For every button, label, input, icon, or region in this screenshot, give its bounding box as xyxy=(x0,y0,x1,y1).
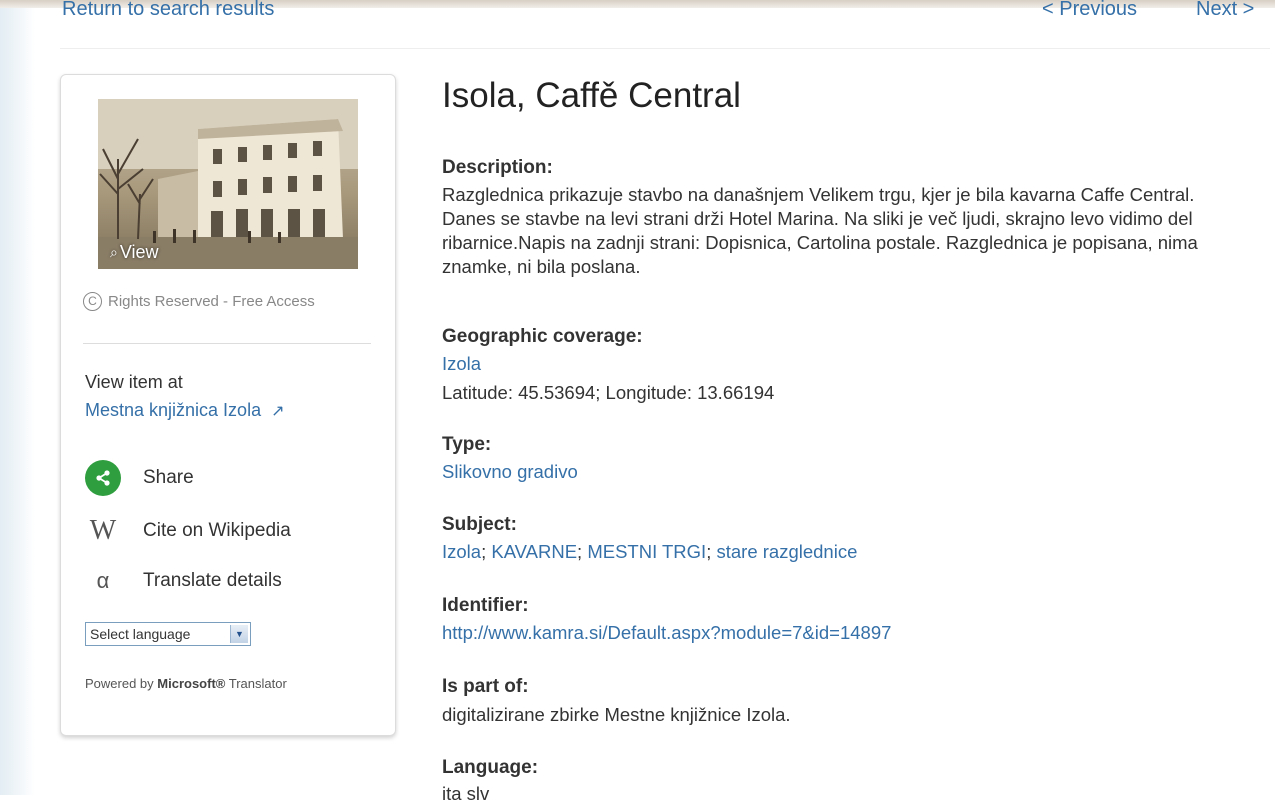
item-thumbnail[interactable]: ⌕ View xyxy=(98,99,358,269)
cite-on-wikipedia-button[interactable]: W Cite on Wikipedia xyxy=(85,515,291,547)
provider-link-label: Mestna knjižnica Izola xyxy=(85,400,262,420)
identifier-link[interactable]: http://www.kamra.si/Default.aspx?module=… xyxy=(442,621,891,645)
cite-label: Cite on Wikipedia xyxy=(143,520,291,541)
rights-label: Rights Reserved - Free Access xyxy=(108,293,315,310)
view-item-at-label: View item at xyxy=(85,372,183,392)
geographic-coverage-label: Geographic coverage: xyxy=(442,326,643,347)
subject-link[interactable]: stare razglednice xyxy=(716,541,857,562)
is-part-of-label: Is part of: xyxy=(442,676,529,697)
subject-link[interactable]: Izola xyxy=(442,541,481,562)
type-link[interactable]: Slikovno gradivo xyxy=(442,460,578,484)
subject-link[interactable]: MESTNI TRGI xyxy=(587,541,706,562)
microsoft-brand: Microsoft® xyxy=(157,676,226,691)
language-label: Language: xyxy=(442,757,539,778)
select-language-value: Select language xyxy=(90,626,191,642)
share-icon xyxy=(85,460,121,496)
share-label: Share xyxy=(143,467,194,488)
language-value: ita slv xyxy=(442,783,490,804)
translate-label: Translate details xyxy=(143,570,282,591)
next-link[interactable]: Next > xyxy=(1196,0,1254,21)
top-navigation: Return to search results < Previous Next… xyxy=(60,0,1270,49)
powered-by-prefix: Powered by xyxy=(85,676,154,691)
translate-icon: α xyxy=(96,568,110,593)
translate-details-button[interactable]: α Translate details xyxy=(85,568,282,594)
description-text: Razglednica prikazuje stavbo na današnje… xyxy=(442,184,1198,277)
zoom-icon: ⌕ xyxy=(110,244,118,260)
type-label: Type: xyxy=(442,434,492,455)
geo-place-link[interactable]: Izola xyxy=(442,352,481,376)
left-gutter xyxy=(0,0,35,795)
previous-link[interactable]: < Previous xyxy=(1042,0,1137,21)
view-label: View xyxy=(119,242,159,262)
page-title: Isola, Caffě Central xyxy=(442,76,741,115)
external-link-icon: ↗ xyxy=(271,402,285,420)
select-language-dropdown[interactable]: Select language ▼ xyxy=(85,622,251,646)
return-to-search-link[interactable]: Return to search results xyxy=(62,0,274,21)
chevron-down-icon[interactable]: ▼ xyxy=(230,625,248,643)
geo-coordinates: Latitude: 45.53694; Longitude: 13.66194 xyxy=(442,382,775,403)
sidebar-divider xyxy=(83,343,371,344)
view-image-button[interactable]: ⌕ View xyxy=(110,242,159,263)
subject-label: Subject: xyxy=(442,514,517,535)
item-sidebar-card: ⌕ View C Rights Reserved - Free Access V… xyxy=(60,74,396,736)
powered-by-suffix: Translator xyxy=(228,676,287,691)
subject-link[interactable]: KAVARNE xyxy=(491,541,577,562)
is-part-of-value: digitalizirane zbirke Mestne knjižnice I… xyxy=(442,704,791,725)
description-label: Description: xyxy=(442,157,553,178)
share-button[interactable]: Share xyxy=(85,460,194,496)
wikipedia-icon: W xyxy=(89,515,117,546)
provider-link[interactable]: Mestna knjižnica Izola ↗ xyxy=(85,400,285,421)
copyright-icon: C xyxy=(83,292,102,311)
subject-list: Izola; KAVARNE; MESTNI TRGI; stare razgl… xyxy=(442,541,858,562)
identifier-label: Identifier: xyxy=(442,595,529,616)
rights-statement[interactable]: C Rights Reserved - Free Access xyxy=(83,292,315,311)
powered-by-translator: Powered by Microsoft® Translator xyxy=(85,676,287,691)
